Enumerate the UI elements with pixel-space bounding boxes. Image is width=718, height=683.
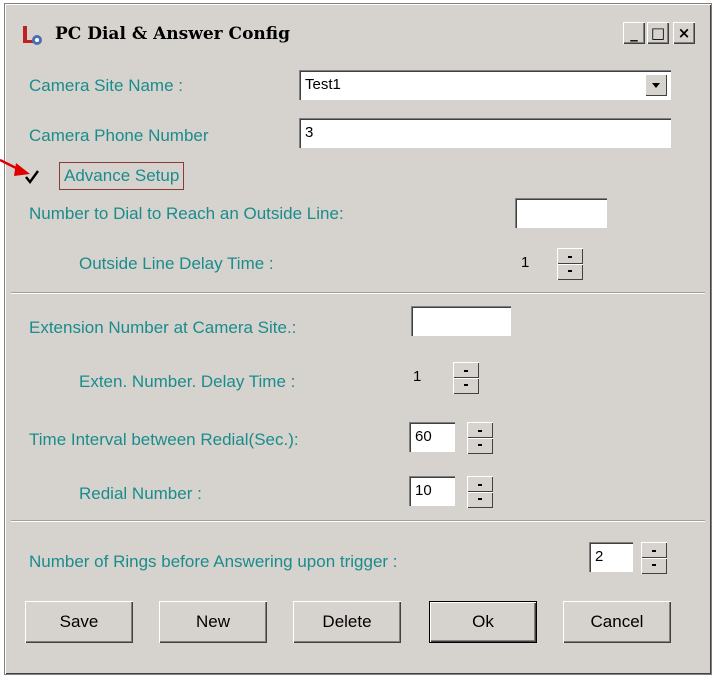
spin-down-icon[interactable] <box>641 558 667 574</box>
spin-up-icon[interactable] <box>641 542 667 558</box>
camera-phone-number-field[interactable]: 3 <box>299 118 671 148</box>
config-window: PC Dial & Answer Config _ □ × Camera Sit… <box>4 3 712 675</box>
delete-button[interactable]: Delete <box>293 601 401 643</box>
title-bar: PC Dial & Answer Config _ □ × <box>7 6 709 58</box>
exten-delay-spinner[interactable] <box>453 362 479 394</box>
spin-up-icon[interactable] <box>557 248 583 264</box>
cancel-button[interactable]: Cancel <box>563 601 671 643</box>
chevron-down-icon[interactable] <box>645 74 667 96</box>
red-arrow-icon <box>0 158 30 176</box>
rings-spinner[interactable] <box>641 542 667 574</box>
outside-line-label: Number to Dial to Reach an Outside Line: <box>29 204 344 223</box>
separator <box>11 520 705 522</box>
outside-line-delay-label: Outside Line Delay Time : <box>79 254 274 273</box>
new-button[interactable]: New <box>159 601 267 643</box>
spin-up-icon[interactable] <box>467 476 493 492</box>
outside-line-delay-spinner[interactable] <box>557 248 583 280</box>
advance-setup-label[interactable]: Advance Setup <box>59 162 185 190</box>
spin-up-icon[interactable] <box>467 422 493 438</box>
redial-interval-spinner[interactable] <box>467 422 493 454</box>
spin-down-icon[interactable] <box>453 378 479 394</box>
exten-delay-value[interactable]: 1 <box>407 362 447 392</box>
save-button[interactable]: Save <box>25 601 133 643</box>
rings-before-answer-label: Number of Rings before Answering upon tr… <box>29 552 398 571</box>
camera-site-name-combo[interactable]: Test1 <box>299 70 671 100</box>
separator <box>11 292 705 294</box>
spin-down-icon[interactable] <box>557 264 583 280</box>
rings-before-answer-field[interactable]: 2 <box>589 542 633 572</box>
spin-down-icon[interactable] <box>467 492 493 508</box>
extension-number-label: Extension Number at Camera Site.: <box>29 318 297 337</box>
exten-delay-label: Exten. Number. Delay Time : <box>79 372 296 391</box>
spin-up-icon[interactable] <box>453 362 479 378</box>
maximize-icon[interactable]: □ <box>647 22 669 44</box>
redial-number-label: Redial Number : <box>79 484 202 503</box>
camera-site-name-value: Test1 <box>305 76 341 93</box>
redial-interval-label: Time Interval between Redial(Sec.): <box>29 430 299 449</box>
redial-number-field[interactable]: 10 <box>409 476 455 506</box>
redial-number-spinner[interactable] <box>467 476 493 508</box>
redial-interval-field[interactable]: 60 <box>409 422 455 452</box>
outside-line-delay-value[interactable]: 1 <box>515 248 549 278</box>
window-title: PC Dial & Answer Config <box>55 24 291 44</box>
ok-button[interactable]: Ok <box>429 601 537 643</box>
spin-down-icon[interactable] <box>467 438 493 454</box>
outside-line-field[interactable] <box>515 198 607 228</box>
extension-number-field[interactable] <box>411 306 511 336</box>
close-icon[interactable]: × <box>673 22 695 44</box>
minimize-icon[interactable]: _ <box>623 22 645 44</box>
